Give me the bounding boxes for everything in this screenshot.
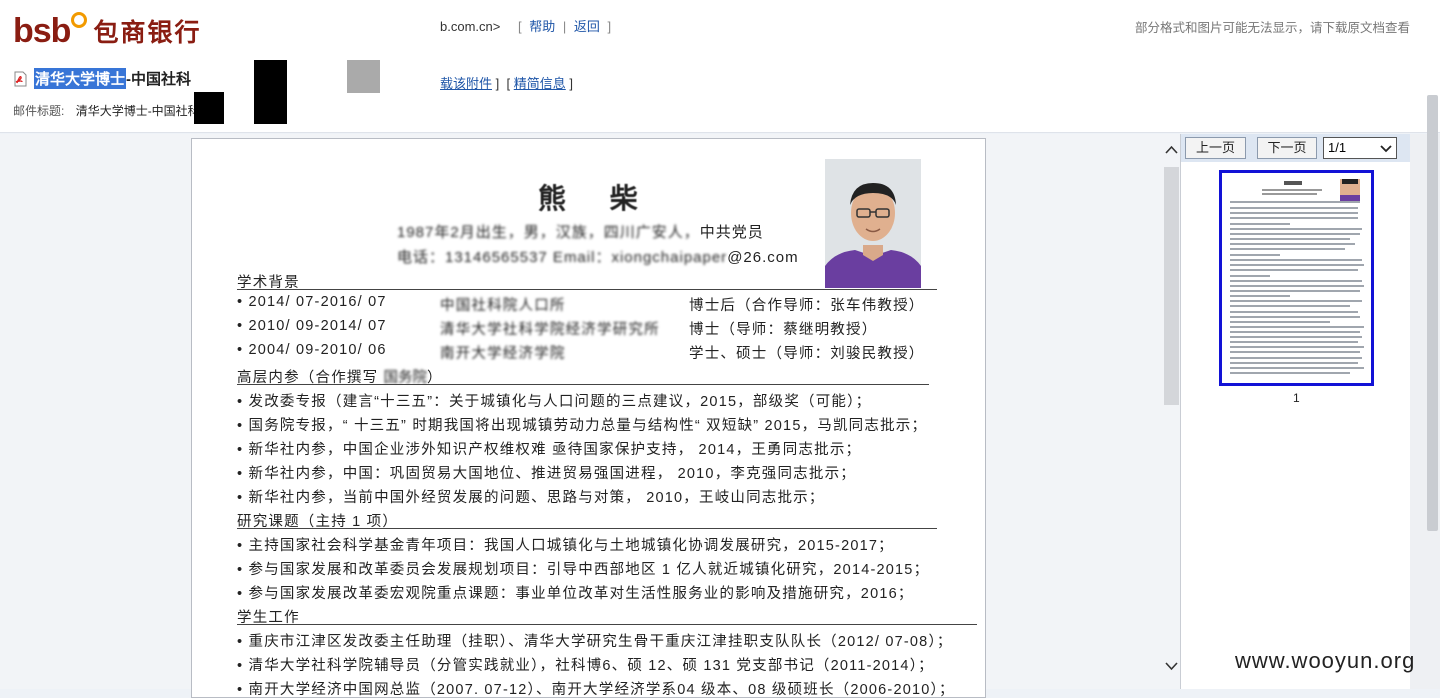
internal-item: • 新华社内参，当前中国外经贸发展的问题、思路与对策， 2010，王岐山同志批示… <box>237 490 825 506</box>
resume-info-line1: 1987年2月出生，男，汉族，四川广安人，中共党员 <box>397 224 764 241</box>
back-link[interactable]: 返回 <box>574 19 600 34</box>
viewer-scrollbar-thumb[interactable] <box>1164 167 1179 405</box>
pdf-icon <box>13 71 28 87</box>
internal-item: • 新华社内参，中国企业涉外知识产权维权难 亟待国家保护支持， 2014，王勇同… <box>237 442 862 458</box>
domain-fragment: b.com.cn> <box>440 19 501 34</box>
subject-highlight: 清华大学博士 <box>34 68 127 89</box>
mail-title-label: 邮件标题: <box>13 104 65 118</box>
internal-item: • 发改委专报（建言“十三五”：关于城镇化与人口问题的三点建议，2015，部级奖… <box>237 394 872 410</box>
redaction-block <box>194 92 224 124</box>
bank-logo[interactable]: bsb 包商银行 <box>13 10 201 52</box>
format-notice: 部分格式和图片可能无法显示，请下载原文档查看 <box>1134 21 1410 35</box>
attachment-subject: 清华大学博士 -中国社科 <box>13 68 191 89</box>
thumbnail-toolbar: 上一页 下一页 1/1 <box>1181 134 1411 162</box>
document-page: 熊 柴 1987年2月出生，男，汉族，四川广安人，中共党员 电话：1314656… <box>191 138 986 698</box>
academic-role: 学士、硕士（导师：刘骏民教授） <box>689 346 925 362</box>
thumbnail-page-number: 1 <box>1293 391 1300 405</box>
top-nav: b.com.cn> [ 帮助 | 返回 ] <box>440 19 612 34</box>
academic-role: 博士（导师：蔡继明教授） <box>689 322 878 338</box>
internal-item: • 新华社内参，中国：巩固贸易大国地位、推进贸易强国进程， 2010，李克强同志… <box>237 466 856 482</box>
scroll-up-icon[interactable] <box>1165 144 1178 158</box>
academic-period: • 2010/ 09-2014/ 07 <box>237 318 387 334</box>
internal-item: • 国务院专报，“ 十三五” 时期我国将出现城镇劳动力总量与结构性“ 双短缺” … <box>237 418 928 434</box>
logo-dot-icon <box>71 12 88 28</box>
student-item: • 清华大学社科学院辅导员（分管实践就业），社科博6、硕 12、硕 131 党支… <box>237 658 934 674</box>
student-item: • 南开大学经济中国网总监（2007. 07-12）、南开大学经济学系04 级本… <box>237 682 955 698</box>
academic-org: 南开大学经济学院 <box>440 346 566 362</box>
redaction-white <box>194 90 442 126</box>
thumbnail-panel: 上一页 下一页 1/1 1 <box>1180 134 1411 689</box>
mail-title-value: 清华大学博士-中国社科 <box>75 104 200 118</box>
research-item: • 参与国家发展改革委宏观院重点课题：事业单位改革对生活性服务业的影响及措施研究… <box>237 586 914 602</box>
logo-latin: bsb <box>13 11 71 50</box>
redaction-block <box>254 60 287 124</box>
redaction-white <box>194 60 254 92</box>
subject-rest: -中国社科 <box>126 71 192 88</box>
mail-title-row: 邮件标题: 清华大学博士-中国社科 <box>13 102 200 119</box>
page-thumbnail[interactable] <box>1219 170 1374 386</box>
watermark: www.wooyun.org <box>1235 648 1416 673</box>
attachment-links: 载该附件 ] [ 精简信息 ] <box>440 76 574 91</box>
academic-org: 中国社科院人口所 <box>440 298 566 314</box>
redaction-grey-block <box>347 60 380 93</box>
research-item: • 主持国家社会科学基金青年项目：我国人口城镇化与土地城镇化协调发展研究，201… <box>237 538 894 554</box>
divider <box>237 528 937 529</box>
divider <box>237 624 977 625</box>
research-item: • 参与国家发展和改革委员会发展规划项目：引导中西部地区 1 亿人就近城镇化研究… <box>237 562 930 578</box>
scroll-down-icon[interactable] <box>1165 660 1178 674</box>
academic-period: • 2014/ 07-2016/ 07 <box>237 294 387 310</box>
logo-chinese: 包商银行 <box>93 18 202 47</box>
document-viewer[interactable]: 熊 柴 1987年2月出生，男，汉族，四川广安人，中共党员 电话：1314656… <box>0 134 1180 698</box>
chevron-down-icon <box>1380 138 1392 166</box>
student-item: • 重庆市江津区发改委主任助理（挂职）、清华大学研究生骨干重庆江津挂职支队队长（… <box>237 634 953 650</box>
profile-photo <box>825 159 921 288</box>
help-link[interactable]: 帮助 <box>529 19 555 34</box>
compact-info-link[interactable]: 精简信息 <box>514 76 566 91</box>
page-select[interactable]: 1/1 <box>1323 137 1397 159</box>
academic-org: 清华大学社科学院经济学研究所 <box>440 322 660 338</box>
outer-scrollbar-thumb[interactable] <box>1427 95 1438 531</box>
resume-info-line2: 电话：13146565537 Email：xiongchaipaper@26.c… <box>397 249 799 266</box>
divider <box>237 384 929 385</box>
thumbnail-preview <box>1222 173 1371 383</box>
resume-name: 熊 柴 <box>538 183 656 214</box>
academic-role: 博士后（合作导师：张车伟教授） <box>689 298 925 314</box>
academic-period: • 2004/ 09-2010/ 06 <box>237 342 387 358</box>
next-page-button[interactable]: 下一页 <box>1257 137 1317 159</box>
prev-page-button[interactable]: 上一页 <box>1185 137 1246 159</box>
